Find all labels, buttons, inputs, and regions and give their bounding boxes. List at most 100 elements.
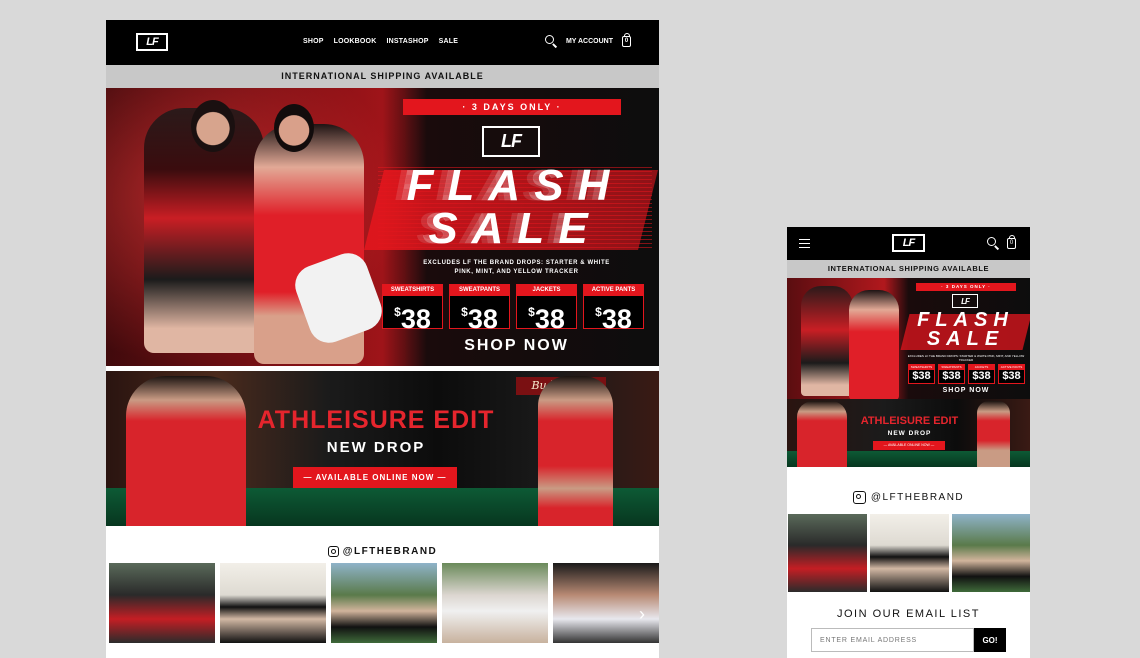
search-icon[interactable]	[544, 35, 557, 47]
instagram-photo[interactable]	[331, 563, 437, 643]
instagram-photo[interactable]	[220, 563, 326, 643]
available-online-button[interactable]: — AVAILABLE ONLINE NOW —	[293, 467, 457, 488]
chevron-right-icon[interactable]: ›	[639, 604, 645, 625]
currency-symbol: $	[394, 305, 401, 319]
shipping-banner: INTERNATIONAL SHIPPING AVAILABLE	[787, 260, 1030, 278]
price-amount: 38	[400, 304, 431, 334]
hero-logo: LF	[952, 294, 978, 308]
price-value: $38	[383, 296, 442, 334]
instagram-heading[interactable]: @LFTHEBRAND	[106, 546, 659, 557]
instagram-handle: @LFTHEBRAND	[870, 492, 965, 503]
flash-sale-headline: FLASH SALE	[378, 161, 652, 253]
cart-count: 0	[1009, 240, 1014, 246]
mobile-header: LF 0	[787, 227, 1030, 260]
main-nav: SHOP LOOKBOOK INSTASHOP SALE	[303, 38, 458, 45]
price-tile-active-pants[interactable]: ACTIVE PANTS $38	[998, 364, 1025, 384]
athleisure-banner[interactable]: Budweiser ATHLEISURE EDIT NEW DROP — AVA…	[106, 371, 659, 526]
headline-sale: SALE	[428, 204, 602, 253]
email-field[interactable]	[811, 628, 974, 652]
brand-logo[interactable]: LF	[892, 234, 925, 252]
price-tile-jackets[interactable]: JACKETS $38	[968, 364, 995, 384]
exclusions-text: EXCLUDES LF THE BRAND DROPS: STARTER & W…	[374, 259, 659, 277]
athleisure-title: ATHLEISURE EDIT	[860, 415, 959, 427]
instagram-feed	[109, 563, 659, 643]
price-value: $38	[1002, 370, 1021, 382]
price-label: ACTIVE PANTS	[584, 285, 643, 296]
price-tile-active-pants[interactable]: ACTIVE PANTS $38	[583, 284, 644, 334]
currency-symbol: $	[595, 305, 602, 319]
nav-item-instashop[interactable]: INSTASHOP	[386, 38, 428, 45]
nav-item-shop[interactable]: SHOP	[303, 38, 324, 45]
instagram-photo[interactable]	[952, 514, 1030, 592]
banner-model-right	[977, 401, 1010, 467]
mobile-header-actions: 0	[987, 234, 1016, 249]
price-label: JACKETS	[517, 285, 576, 296]
instagram-photo[interactable]	[442, 563, 548, 643]
price-value: $38	[584, 296, 643, 334]
hero-model-left-head	[191, 100, 235, 152]
hero-model-right	[849, 290, 899, 399]
desktop-header: LF SHOP LOOKBOOK INSTASHOP SALE MY ACCOU…	[106, 20, 659, 65]
price-amount: 38	[601, 304, 632, 334]
days-only-badge: · 3 DAYS ONLY ·	[403, 99, 621, 115]
exclusions-text: EXCLUDES LF THE BRAND DROPS: STARTER & W…	[907, 354, 1025, 362]
price-value: $38	[972, 370, 991, 382]
hamburger-icon[interactable]	[799, 239, 810, 248]
price-label: SWEATPANTS	[450, 285, 509, 296]
price-value: $38	[517, 296, 576, 334]
price-tile-sweatshirts[interactable]: SWEATSHIRTS $38	[908, 364, 935, 384]
flash-sale-hero[interactable]: · 3 DAYS ONLY · LF FLASH SALE EXCLUDES L…	[106, 88, 659, 366]
currency-symbol: $	[461, 305, 468, 319]
banner-model-left	[126, 376, 246, 526]
shipping-banner: INTERNATIONAL SHIPPING AVAILABLE	[106, 65, 659, 88]
cart-count: 0	[624, 38, 629, 44]
bag-icon[interactable]: 0	[1007, 234, 1016, 249]
price-tile-sweatpants[interactable]: SWEATPANTS $38	[938, 364, 965, 384]
price-amount: 38	[467, 304, 498, 334]
brand-logo[interactable]: LF	[136, 33, 168, 51]
athleisure-banner[interactable]: ATHLEISURE EDIT NEW DROP — AVAILABLE ONL…	[787, 399, 1030, 467]
shop-now-button[interactable]: SHOP NOW	[905, 387, 1027, 394]
new-drop-subtitle: NEW DROP	[887, 430, 932, 437]
instagram-photo[interactable]	[788, 514, 867, 592]
available-online-button[interactable]: — AVAILABLE ONLINE NOW —	[873, 441, 945, 450]
price-value: $38	[450, 296, 509, 334]
days-only-badge: · 3 DAYS ONLY ·	[916, 283, 1016, 291]
instagram-heading[interactable]: @LFTHEBRAND	[787, 491, 1030, 504]
instagram-icon	[852, 491, 866, 504]
currency-symbol: $	[528, 305, 535, 319]
search-icon[interactable]	[987, 237, 999, 249]
price-value: $38	[942, 370, 961, 382]
email-submit-button[interactable]: GO!	[974, 628, 1006, 652]
instagram-photo[interactable]	[553, 563, 659, 643]
instagram-handle: @LFTHEBRAND	[342, 546, 438, 557]
exclusions-line-1: EXCLUDES LF THE BRAND DROPS: STARTER & W…	[423, 260, 610, 266]
price-tiles: SWEATSHIRTS $38 SWEATPANTS $38 JACKETS $38 …	[908, 364, 1025, 384]
hero-model-right-head	[274, 104, 314, 152]
flash-sale-headline: FLASH SALE	[903, 310, 1028, 350]
nav-item-lookbook[interactable]: LOOKBOOK	[334, 38, 377, 45]
price-tile-sweatpants[interactable]: SWEATPANTS $38	[449, 284, 510, 334]
instagram-icon	[327, 546, 339, 557]
shop-now-button[interactable]: SHOP NOW	[374, 337, 659, 355]
instagram-feed	[788, 514, 1030, 592]
hero-logo: LF	[482, 126, 540, 157]
my-account-link[interactable]: MY ACCOUNT	[566, 38, 613, 45]
header-actions: MY ACCOUNT 0	[544, 32, 631, 47]
price-tiles: SWEATSHIRTS $38 SWEATPANTS $38 JACKETS $…	[382, 284, 644, 334]
price-tile-jackets[interactable]: JACKETS $38	[516, 284, 577, 334]
headline-flash: FLASH	[406, 161, 624, 210]
instagram-photo[interactable]	[109, 563, 215, 643]
nav-item-sale[interactable]: SALE	[439, 38, 458, 45]
sale-panel: · 3 DAYS ONLY · LF FLASH SALE EXCLUDES L…	[364, 88, 659, 366]
headline-sale: SALE	[926, 328, 1005, 350]
banner-model-left	[797, 401, 847, 467]
bag-icon[interactable]: 0	[622, 32, 631, 47]
athleisure-title: ATHLEISURE EDIT	[257, 406, 495, 434]
flash-sale-hero[interactable]: · 3 DAYS ONLY · LF FLASH SALE EXCLUDES L…	[787, 278, 1030, 399]
instagram-photo[interactable]	[870, 514, 949, 592]
mobile-mockup: LF 0 INTERNATIONAL SHIPPING AVAILABLE · …	[787, 227, 1030, 658]
price-tile-sweatshirts[interactable]: SWEATSHIRTS $38	[382, 284, 443, 334]
exclusions-line-2: PINK, MINT, AND YELLOW TRACKER	[454, 269, 579, 275]
price-value: $38	[912, 370, 931, 382]
